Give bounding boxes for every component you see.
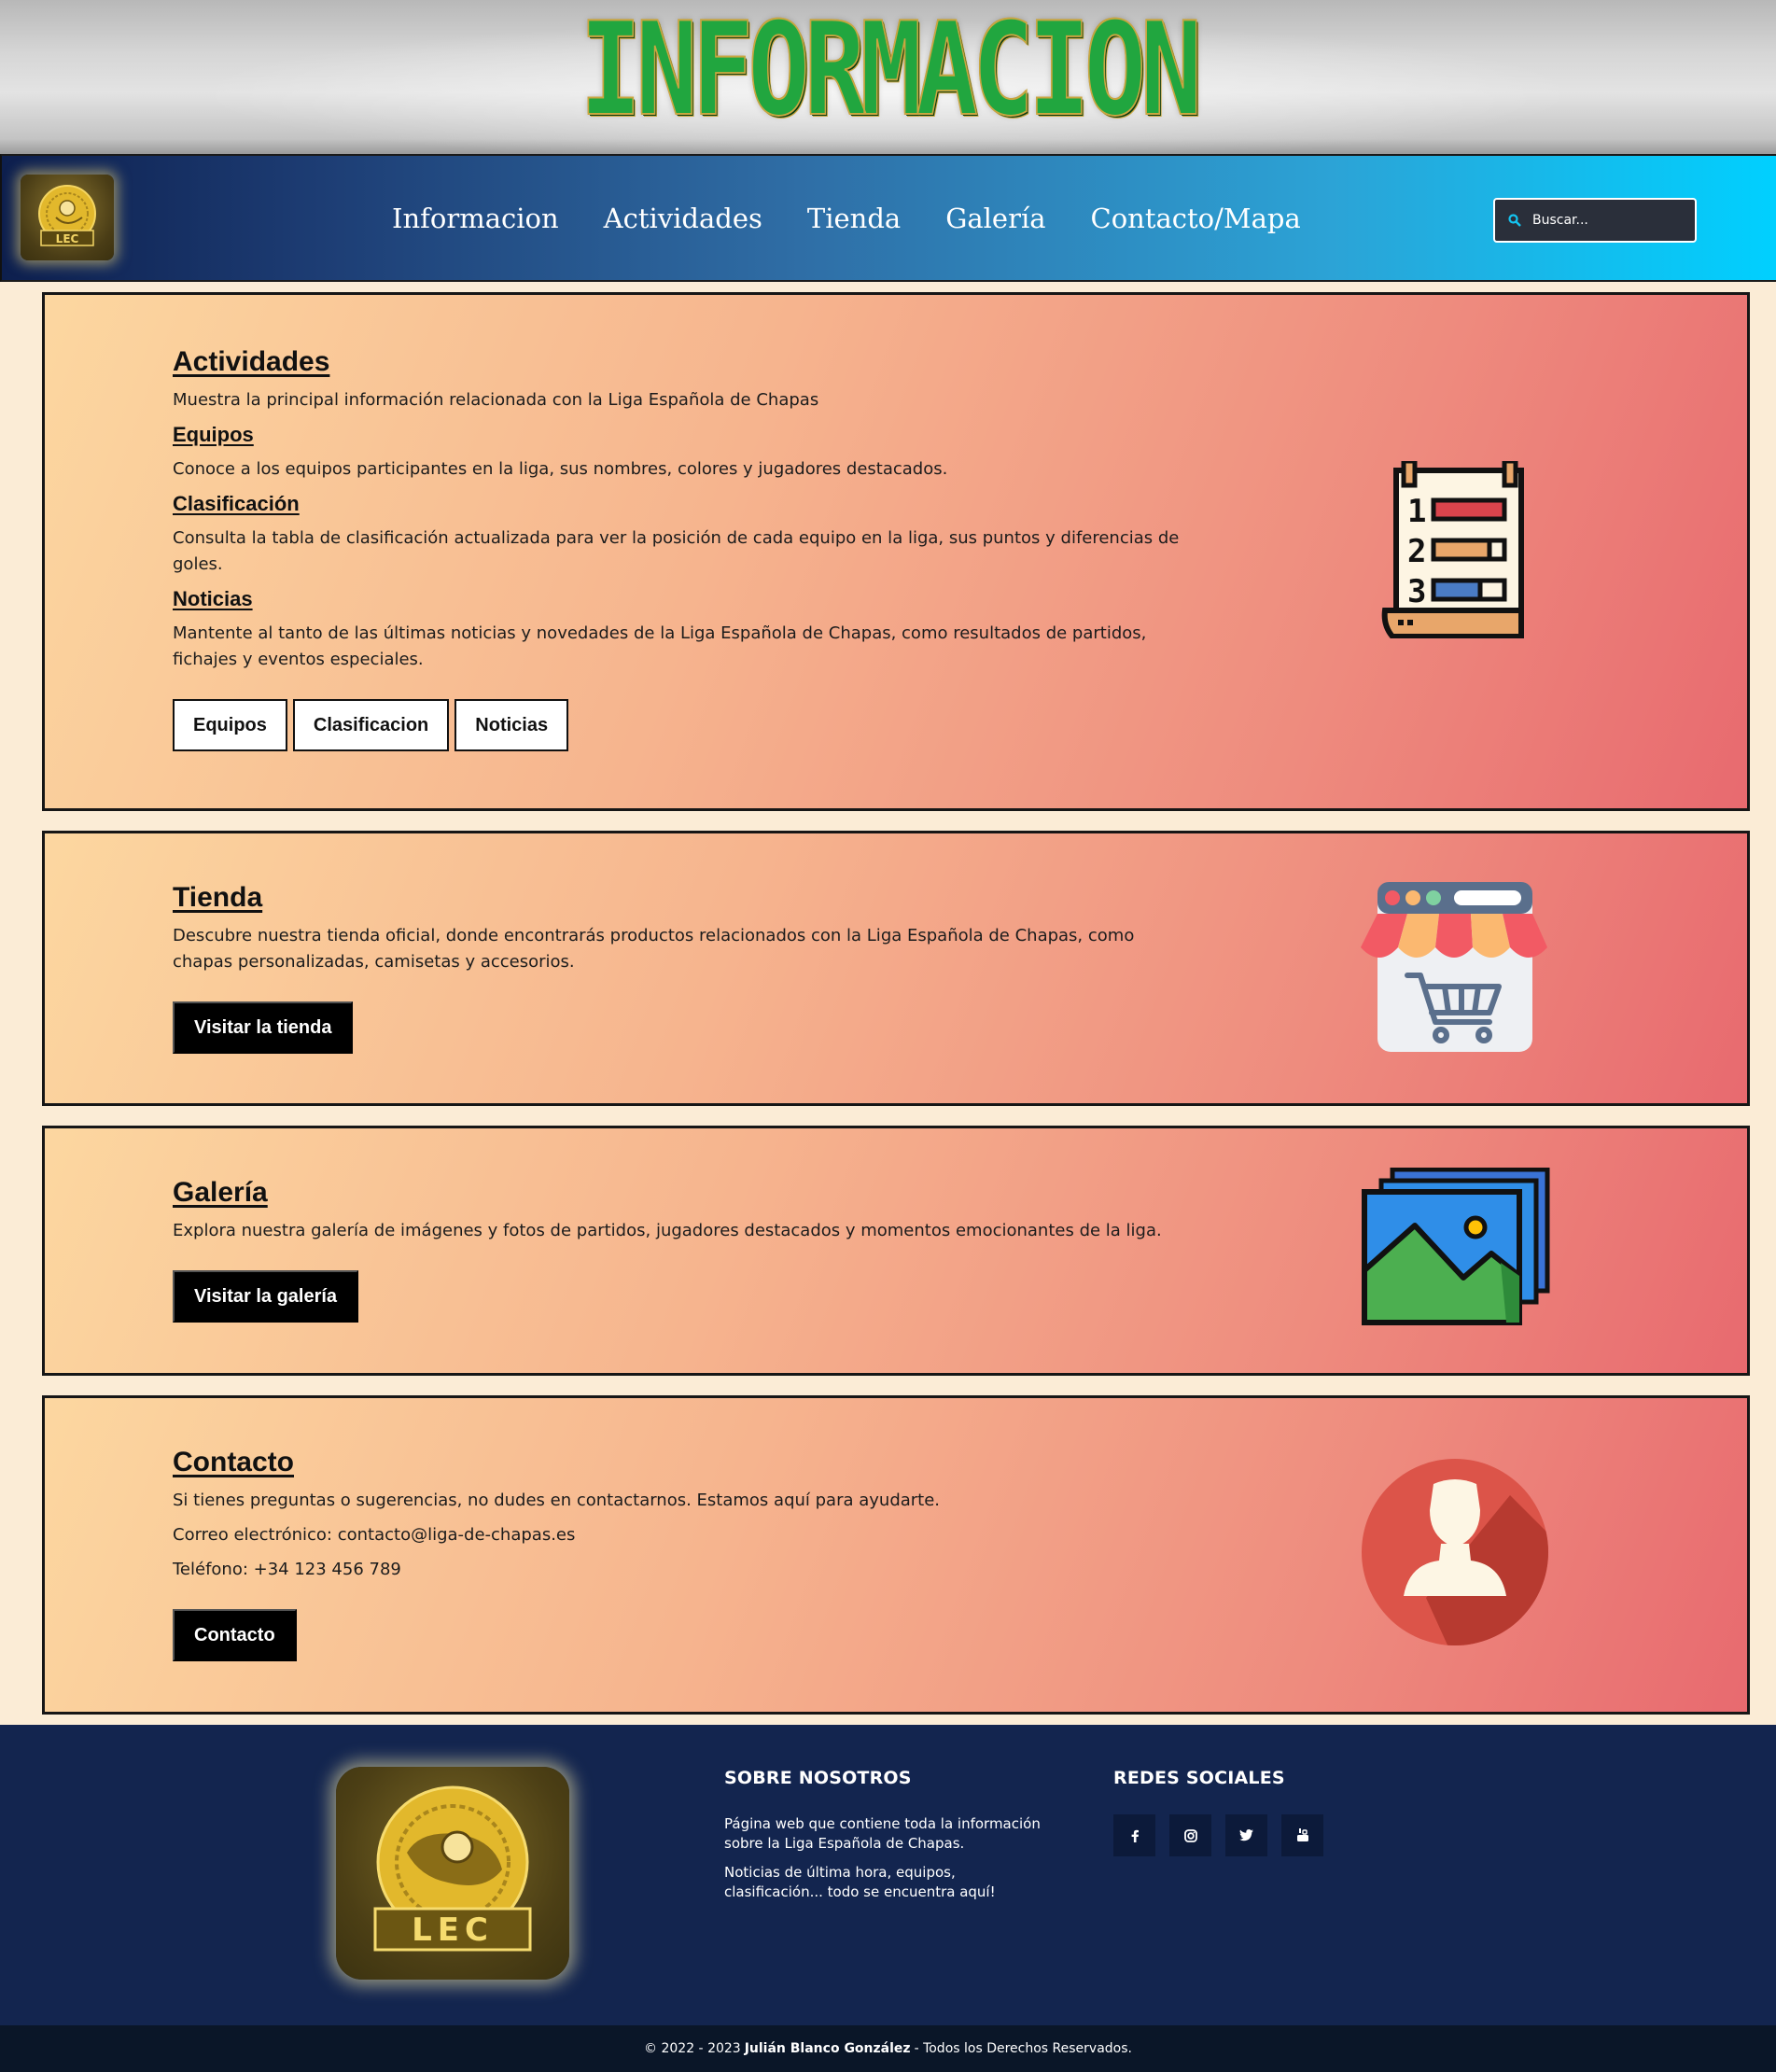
copyright-years: © 2022 - 2023	[644, 2041, 741, 2056]
galeria-button-row: Visitar la galería	[173, 1270, 1190, 1323]
contacto-email: Correo electrónico: contacto@liga-de-cha…	[173, 1525, 576, 1545]
user-avatar-icon	[1362, 1459, 1548, 1645]
svg-text:3: 3	[1407, 573, 1426, 610]
lec-logo-emblem-icon: LEC	[38, 185, 96, 246]
search-box[interactable]	[1493, 198, 1697, 243]
contacto-text: Si tienes preguntas o sugerencias, no du…	[173, 1491, 941, 1510]
search-icon	[1508, 214, 1521, 227]
equipos-button[interactable]: Equipos	[173, 699, 287, 751]
section-actividades: Actividades Muestra la principal informa…	[42, 292, 1750, 811]
visitar-galeria-button[interactable]: Visitar la galería	[173, 1270, 359, 1323]
clasificacion-button[interactable]: Clasificacion	[292, 699, 450, 751]
twitter-icon[interactable]	[1225, 1814, 1267, 1856]
copyright-author: Julián Blanco González	[744, 2041, 911, 2056]
section-contacto: Contacto Si tienes preguntas o sugerenci…	[42, 1395, 1750, 1715]
nav-links: Informacion Actividades Tienda Galería C…	[392, 156, 1301, 280]
contacto-phone: Teléfono: +34 123 456 789	[173, 1560, 401, 1579]
section-tienda: Tienda Descubre nuestra tienda oficial, …	[42, 831, 1750, 1106]
copyright-bar: © 2022 - 2023 Julián Blanco González - T…	[0, 2025, 1776, 2072]
footer-about-title: SOBRE NOSOTROS	[724, 1768, 912, 1788]
lec-logo[interactable]: LEC	[21, 175, 114, 260]
tienda-title: Tienda	[173, 882, 263, 913]
copyright-rights: - Todos los Derechos Reservados.	[914, 2041, 1132, 2056]
galeria-text: Explora nuestra galería de imágenes y fo…	[173, 1221, 1162, 1240]
social-links	[1113, 1814, 1323, 1856]
svg-text:LEC: LEC	[412, 1911, 494, 1949]
youtube-icon[interactable]	[1281, 1814, 1323, 1856]
shop-cart-icon	[1361, 882, 1547, 1052]
svg-text:LEC: LEC	[56, 232, 79, 245]
actividades-intro: Muestra la principal información relacio…	[173, 390, 819, 410]
image-gallery-icon	[1362, 1168, 1550, 1325]
contacto-button[interactable]: Contacto	[173, 1609, 297, 1661]
noticias-button[interactable]: Noticias	[454, 699, 569, 751]
main-navbar: LEC Informacion Actividades Tienda Galer…	[0, 154, 1776, 282]
clasificacion-subtitle: Clasificación	[173, 492, 300, 515]
ranking-list-icon: 1 2 3	[1381, 461, 1524, 638]
svg-text:2: 2	[1407, 533, 1426, 570]
section-galeria: Galería Explora nuestra galería de imáge…	[42, 1126, 1750, 1376]
footer-social-title: REDES SOCIALES	[1113, 1768, 1285, 1788]
nav-link-informacion[interactable]: Informacion	[392, 203, 559, 234]
actividades-button-row: Equipos Clasificacion Noticias	[173, 699, 1190, 751]
clasificacion-text: Consulta la tabla de clasificación actua…	[173, 528, 1180, 574]
footer-lec-emblem-icon: LEC	[373, 1785, 532, 1952]
contacto-button-row: Contacto	[173, 1609, 1190, 1661]
instagram-icon[interactable]	[1169, 1814, 1211, 1856]
equipos-text: Conoce a los equipos participantes en la…	[173, 459, 948, 479]
footer-lec-logo[interactable]: LEC	[336, 1767, 569, 1980]
nav-link-galeria[interactable]: Galería	[945, 203, 1045, 234]
galeria-title: Galería	[173, 1177, 268, 1208]
facebook-icon[interactable]	[1113, 1814, 1155, 1856]
contacto-title: Contacto	[173, 1447, 294, 1477]
top-banner: INFORMACION	[0, 0, 1776, 154]
site-footer: LEC SOBRE NOSOTROS Página web que contie…	[0, 1725, 1776, 2025]
nav-link-actividades[interactable]: Actividades	[604, 203, 762, 234]
equipos-subtitle: Equipos	[173, 423, 254, 446]
banner-title: INFORMACION	[579, 0, 1203, 145]
nav-link-contacto-mapa[interactable]: Contacto/Mapa	[1091, 203, 1301, 234]
footer-about-text-2: Noticias de última hora, equipos, clasif…	[724, 1864, 996, 1900]
noticias-text: Mantente al tanto de las últimas noticia…	[173, 623, 1147, 669]
svg-text:1: 1	[1407, 493, 1426, 530]
visitar-tienda-button[interactable]: Visitar la tienda	[173, 1001, 354, 1054]
noticias-subtitle: Noticias	[173, 587, 253, 610]
actividades-title: Actividades	[173, 346, 330, 377]
tienda-button-row: Visitar la tienda	[173, 1001, 1190, 1054]
footer-about-text-1: Página web que contiene toda la informac…	[724, 1815, 1041, 1852]
tienda-text: Descubre nuestra tienda oficial, donde e…	[173, 926, 1135, 972]
nav-link-tienda[interactable]: Tienda	[807, 203, 901, 234]
search-input[interactable]	[1532, 213, 1682, 228]
